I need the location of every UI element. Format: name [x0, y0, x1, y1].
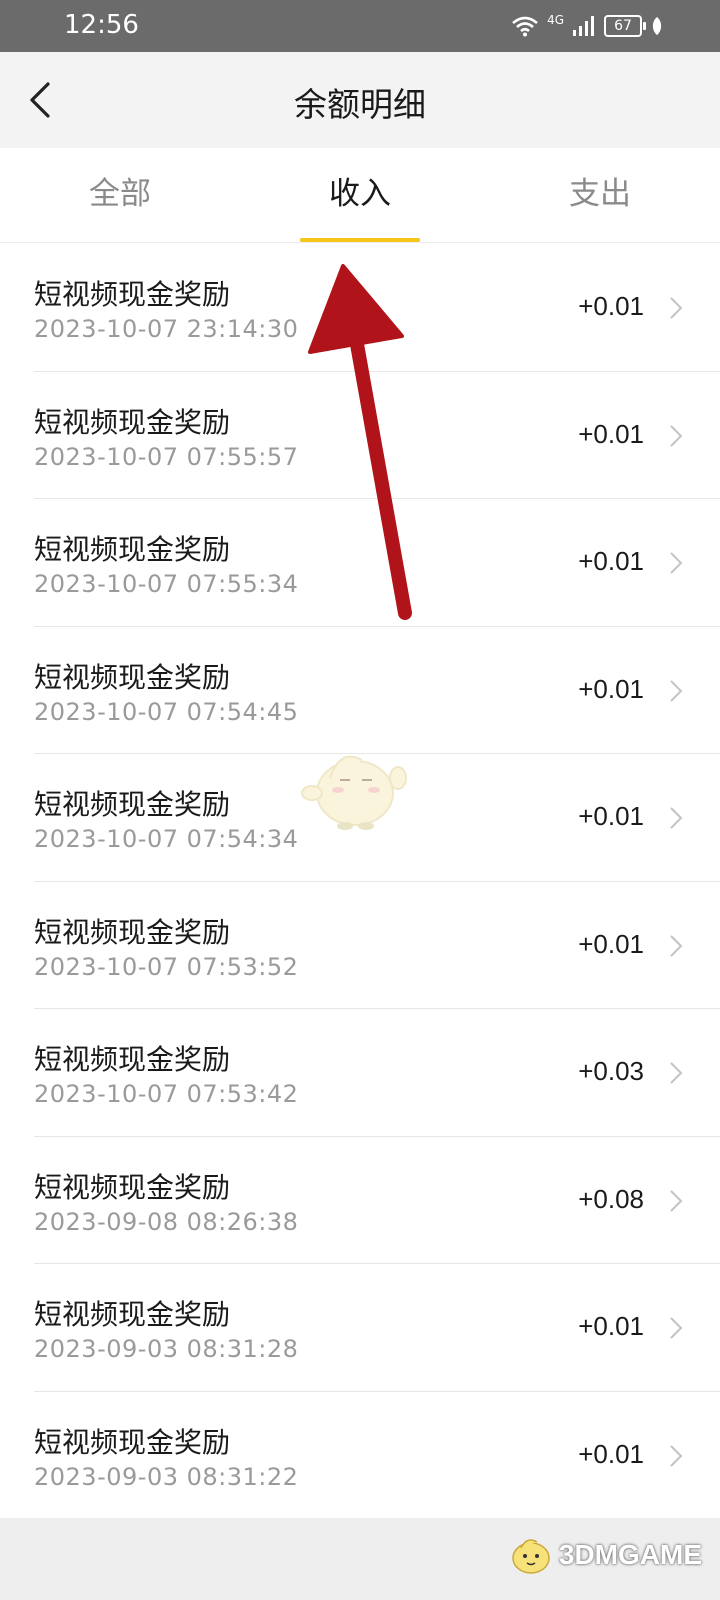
list-item[interactable]: 短视频现金奖励 2023-10-07 07:55:34 +0.01 — [0, 498, 720, 626]
watermark-text: 3DMGAME — [558, 1539, 702, 1570]
item-time: 2023-09-08 08:26:38 — [34, 1207, 299, 1236]
tab-income[interactable]: 收入 — [240, 148, 480, 242]
chevron-right-icon — [670, 934, 683, 957]
item-time: 2023-10-07 07:54:34 — [34, 825, 299, 853]
list-item[interactable]: 短视频现金奖励 2023-10-07 07:53:42 +0.03 — [0, 1008, 720, 1136]
chevron-right-icon — [670, 1062, 683, 1084]
item-amount: +0.03 — [578, 1056, 644, 1086]
item-title: 短视频现金奖励 — [34, 1298, 231, 1331]
status-icons: 4G 67 — [511, 12, 664, 40]
item-amount: +0.08 — [578, 1183, 644, 1214]
item-amount: +0.01 — [578, 673, 644, 704]
chevron-right-icon — [670, 552, 683, 574]
chevron-right-icon — [670, 679, 683, 702]
chevron-right-icon — [670, 1444, 683, 1467]
chevron-right-icon — [670, 424, 683, 447]
tab-expense[interactable]: 支出 — [480, 148, 720, 242]
list-item[interactable]: 短视频现金奖励 2023-10-07 07:53:52 +0.01 — [0, 880, 720, 1009]
item-amount: +0.01 — [578, 418, 644, 449]
item-time: 2023-09-03 08:31:28 — [34, 1335, 299, 1363]
chevron-right-icon — [670, 297, 683, 319]
item-title: 短视频现金奖励 — [34, 1425, 231, 1459]
signal-icon — [573, 16, 594, 36]
list-item[interactable]: 短视频现金奖励 2023-09-03 08:31:22 +0.01 — [0, 1390, 720, 1519]
list-item[interactable]: 短视频现金奖励 2023-10-07 07:54:45 +0.01 — [0, 625, 720, 754]
item-time: 2023-10-07 07:54:45 — [34, 697, 299, 726]
item-title: 短视频现金奖励 — [34, 405, 231, 439]
item-title: 短视频现金奖励 — [34, 533, 231, 566]
item-amount: +0.01 — [578, 1311, 644, 1341]
status-bar: 12:56 4G 67 — [0, 0, 720, 52]
item-time: 2023-10-07 07:55:57 — [34, 442, 299, 471]
item-amount: +0.01 — [578, 291, 644, 321]
mascot-watermark-icon — [301, 755, 407, 830]
item-amount: +0.01 — [578, 928, 644, 959]
item-time: 2023-10-07 07:55:34 — [34, 570, 299, 598]
battery-icon: 67 — [604, 15, 646, 37]
item-amount: +0.01 — [578, 801, 644, 831]
chevron-right-icon — [670, 807, 683, 829]
transaction-list: 短视频现金奖励 2023-10-07 23:14:30 +0.01 短视频现金奖… — [0, 243, 720, 1518]
item-time: 2023-10-07 07:53:52 — [34, 952, 299, 981]
network-type-label: 4G — [547, 13, 564, 27]
mascot-logo-icon — [512, 1539, 550, 1574]
header-bar: 余额明细 — [0, 52, 720, 148]
list-item[interactable]: 短视频现金奖励 2023-10-07 23:14:30 +0.01 — [0, 243, 720, 371]
chevron-right-icon — [670, 1317, 683, 1339]
item-title: 短视频现金奖励 — [34, 1043, 231, 1076]
item-time: 2023-10-07 23:14:30 — [34, 315, 299, 343]
list-item[interactable]: 短视频现金奖励 2023-09-03 08:31:28 +0.01 — [0, 1263, 720, 1391]
item-title: 短视频现金奖励 — [34, 660, 231, 694]
item-time: 2023-09-03 08:31:22 — [34, 1462, 299, 1491]
tab-all[interactable]: 全部 — [0, 148, 240, 242]
page-title: 余额明细 — [294, 85, 426, 124]
item-amount: +0.01 — [578, 546, 644, 576]
item-amount: +0.01 — [578, 1438, 644, 1469]
wifi-icon — [512, 16, 538, 37]
watermark: 3DMGAME — [509, 1532, 702, 1578]
list-item[interactable]: 短视频现金奖励 2023-10-07 07:55:57 +0.01 — [0, 370, 720, 499]
tab-bar: 全部 收入 支出 — [0, 148, 720, 243]
leaf-icon — [652, 17, 662, 35]
item-time: 2023-10-07 07:53:42 — [34, 1080, 299, 1108]
item-title: 短视频现金奖励 — [34, 278, 231, 311]
list-item[interactable]: 短视频现金奖励 2023-09-08 08:26:38 +0.08 — [0, 1135, 720, 1264]
item-title: 短视频现金奖励 — [34, 915, 231, 949]
item-title: 短视频现金奖励 — [34, 1170, 231, 1204]
status-time: 12:56 — [64, 10, 139, 40]
chevron-right-icon — [670, 1189, 683, 1212]
item-title: 短视频现金奖励 — [34, 788, 231, 821]
